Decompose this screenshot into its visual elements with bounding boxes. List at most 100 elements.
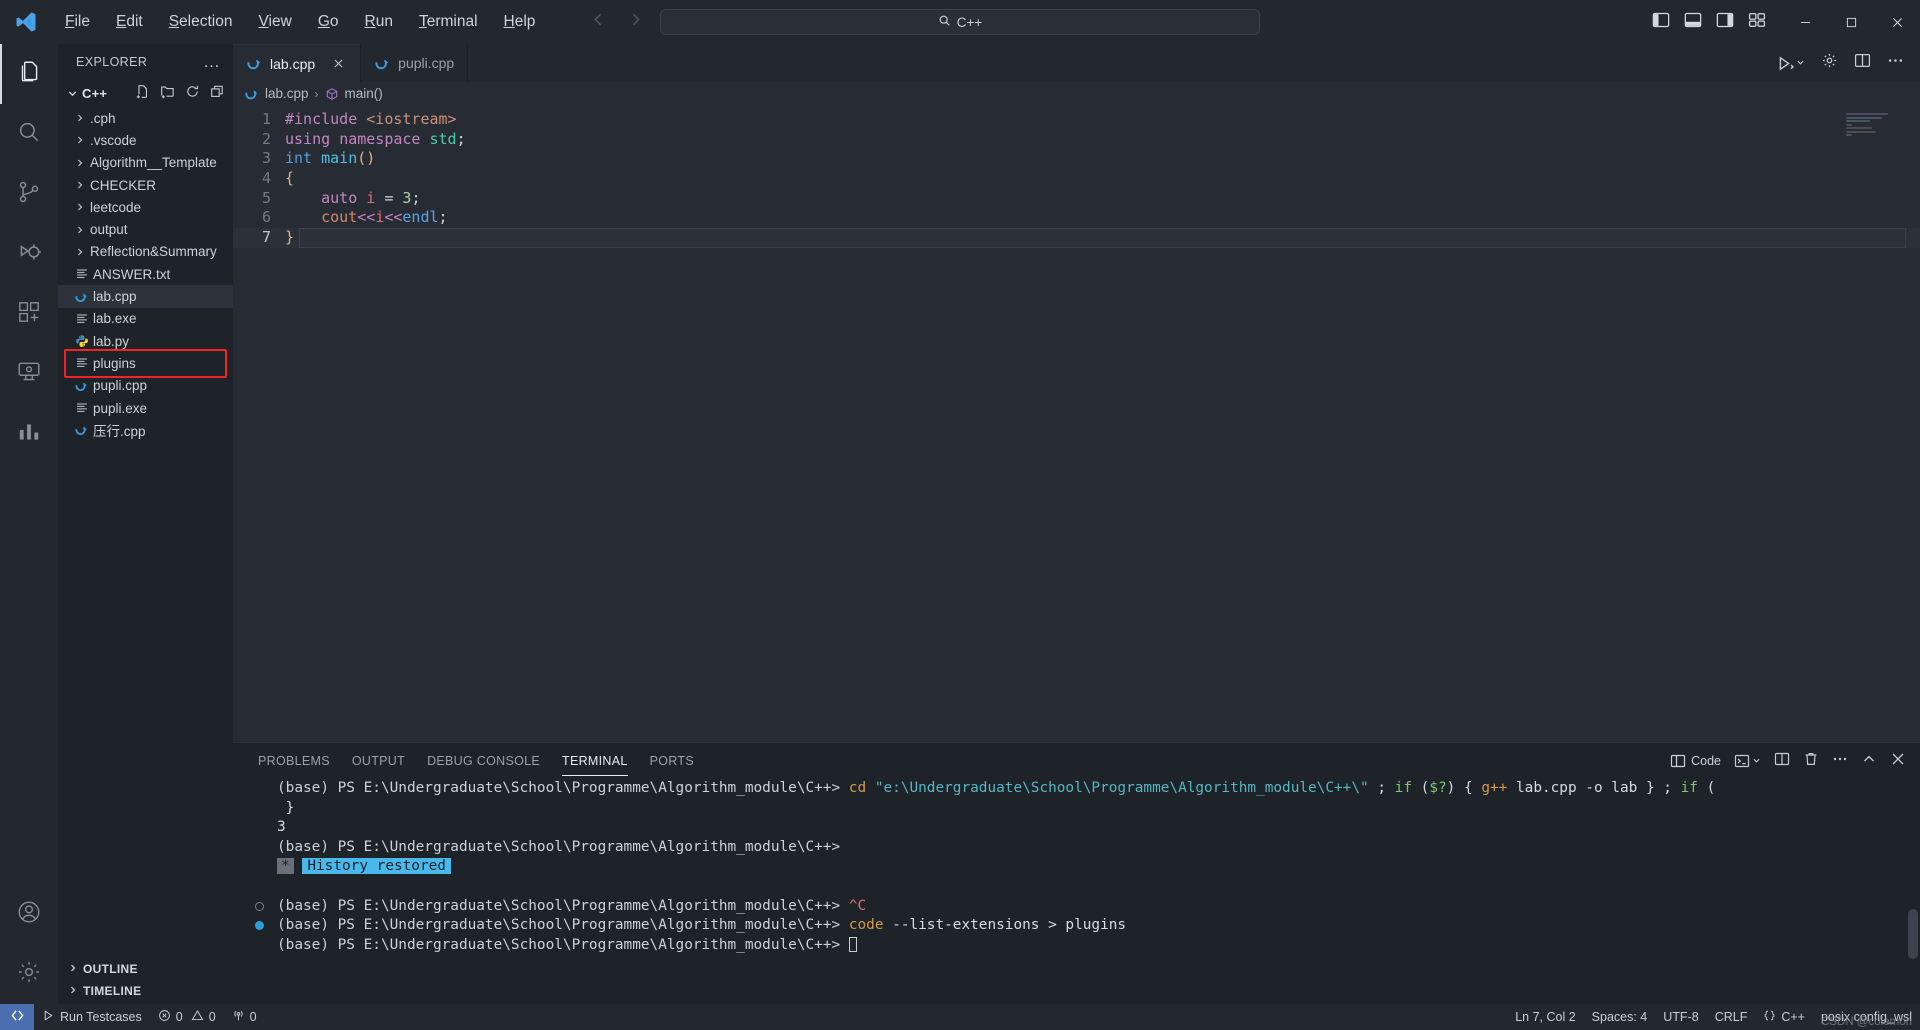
- new-terminal-button[interactable]: [1734, 752, 1761, 770]
- command-center-search[interactable]: C++: [660, 9, 1260, 35]
- settings-gear-icon[interactable]: [1821, 52, 1838, 74]
- explorer-root-folder[interactable]: C++: [58, 80, 233, 106]
- section-outline[interactable]: OUTLINE: [58, 958, 233, 980]
- menu-edit[interactable]: Edit: [103, 9, 156, 35]
- terminal-output[interactable]: (base) PS E:\Undergraduate\School\Progra…: [233, 779, 1920, 1004]
- breadcrumb-file[interactable]: lab.cpp: [265, 86, 309, 101]
- current-line-highlight: [299, 228, 1906, 248]
- tree-folder-checker[interactable]: CHECKER: [58, 174, 233, 196]
- code-line[interactable]: 2 using namespace std;: [233, 130, 1920, 150]
- activity-explorer[interactable]: [0, 44, 58, 104]
- file-tree[interactable]: .cph .vscode Algorithm__Template CHECKER lee…: [58, 106, 233, 958]
- more-actions-icon[interactable]: [1887, 52, 1904, 74]
- more-actions-icon[interactable]: [1832, 751, 1848, 772]
- panel-tab-debug-console[interactable]: DEBUG CONSOLE: [416, 743, 551, 779]
- collapse-all-icon[interactable]: [210, 84, 225, 102]
- code-line[interactable]: 1 #include <iostream>: [233, 110, 1920, 130]
- arrow-right-icon[interactable]: [627, 11, 644, 33]
- arrow-left-icon[interactable]: [590, 11, 607, 33]
- maximize-icon[interactable]: [1828, 0, 1874, 44]
- menu-run[interactable]: Run: [352, 9, 406, 35]
- encoding[interactable]: UTF-8: [1655, 1004, 1706, 1030]
- tree-file-plugins[interactable]: plugins: [58, 349, 233, 378]
- indentation[interactable]: Spaces: 4: [1584, 1004, 1656, 1030]
- tree-file-lab.py[interactable]: lab.py: [58, 330, 233, 352]
- activity-remote-explorer[interactable]: [0, 344, 58, 404]
- tree-folder-output[interactable]: output: [58, 218, 233, 240]
- tab-lab-cpp[interactable]: lab.cpp: [233, 44, 362, 82]
- explorer-more-actions-icon[interactable]: …: [197, 53, 227, 70]
- toggle-panel-icon[interactable]: [1684, 11, 1702, 34]
- code-line[interactable]: 6 cout<<i<<endl;: [233, 208, 1920, 228]
- command-decoration-icon[interactable]: [255, 901, 264, 911]
- split-terminal-icon[interactable]: [1774, 751, 1790, 772]
- menu-selection[interactable]: Selection: [156, 9, 246, 35]
- code-line[interactable]: 7}: [233, 228, 1920, 248]
- menu-view[interactable]: View: [245, 9, 304, 35]
- eol[interactable]: CRLF: [1707, 1004, 1756, 1030]
- tree-file-lab.exe[interactable]: lab.exe: [58, 308, 233, 330]
- tree-folder-.cph[interactable]: .cph: [58, 107, 233, 129]
- breadcrumb-separator: ›: [314, 86, 319, 101]
- posix-config[interactable]: posix config_wsl: [1813, 1004, 1920, 1030]
- code-line[interactable]: 5 auto i = 3;: [233, 189, 1920, 209]
- tree-folder-reflection&summary[interactable]: Reflection&Summary: [58, 241, 233, 263]
- panel-tab-problems[interactable]: PROBLEMS: [247, 743, 341, 779]
- chevron-down-icon[interactable]: [1752, 752, 1761, 770]
- menu-terminal[interactable]: Terminal: [406, 9, 491, 35]
- panel-tab-ports[interactable]: PORTS: [639, 743, 705, 779]
- activity-manage-settings[interactable]: [0, 944, 58, 1004]
- activity-run-debug[interactable]: [0, 224, 58, 284]
- activity-accounts[interactable]: [0, 884, 58, 944]
- cpp-file-icon: [72, 423, 91, 437]
- activity-search[interactable]: [0, 104, 58, 164]
- menu-file[interactable]: File: [52, 9, 103, 35]
- remote-window-indicator[interactable]: [0, 1004, 34, 1030]
- code-editor[interactable]: 1 #include <iostream> 2 using namespace std…: [233, 105, 1920, 742]
- toggle-primary-sidebar-icon[interactable]: [1652, 11, 1670, 34]
- code-line[interactable]: 3 int main(): [233, 149, 1920, 169]
- chevron-down-icon[interactable]: [1796, 54, 1805, 72]
- refresh-icon[interactable]: [185, 84, 200, 102]
- toggle-secondary-sidebar-icon[interactable]: [1716, 11, 1734, 34]
- tree-folder-.vscode[interactable]: .vscode: [58, 129, 233, 151]
- minimap[interactable]: [1846, 113, 1906, 138]
- panel-tab-terminal[interactable]: TERMINAL: [551, 743, 639, 779]
- tree-file-answer.txt[interactable]: ANSWER.txt: [58, 263, 233, 285]
- tree-file-pupli.cpp[interactable]: pupli.cpp: [58, 375, 233, 397]
- close-icon[interactable]: [1890, 751, 1906, 772]
- tree-folder-algorithm__template[interactable]: Algorithm__Template: [58, 152, 233, 174]
- ports-forwarded[interactable]: 0: [224, 1004, 265, 1030]
- cpp-file-icon: [247, 56, 262, 71]
- breadcrumb-symbol[interactable]: main(): [345, 86, 383, 101]
- tree-folder-leetcode[interactable]: leetcode: [58, 196, 233, 218]
- tree-file-压行.cpp[interactable]: 压行.cpp: [58, 419, 233, 441]
- new-file-icon[interactable]: [135, 84, 150, 102]
- run-code-button[interactable]: [1777, 54, 1805, 72]
- problems-counts[interactable]: 0 0: [150, 1004, 224, 1030]
- panel-tab-output[interactable]: OUTPUT: [341, 743, 416, 779]
- activity-chart[interactable]: [0, 404, 58, 464]
- close-icon[interactable]: [1874, 0, 1920, 44]
- tree-file-pupli.exe[interactable]: pupli.exe: [58, 397, 233, 419]
- section-timeline[interactable]: TIMELINE: [58, 980, 233, 1002]
- run-testcases-button[interactable]: Run Testcases: [34, 1004, 150, 1030]
- chevron-up-icon[interactable]: [1861, 751, 1877, 772]
- split-editor-icon[interactable]: [1854, 52, 1871, 74]
- minimize-icon[interactable]: [1782, 0, 1828, 44]
- trash-icon[interactable]: [1803, 751, 1819, 772]
- code-line[interactable]: 4{: [233, 169, 1920, 189]
- menu-go[interactable]: Go: [305, 9, 352, 35]
- tree-file-lab.cpp[interactable]: lab.cpp: [58, 285, 233, 308]
- cursor-position[interactable]: Ln 7, Col 2: [1507, 1004, 1583, 1030]
- activity-extensions[interactable]: [0, 284, 58, 344]
- terminal-tab-code[interactable]: Code: [1670, 753, 1721, 769]
- menu-help[interactable]: Help: [491, 9, 549, 35]
- tab-pupli-cpp[interactable]: pupli.cpp: [361, 44, 469, 82]
- activity-source-control[interactable]: [0, 164, 58, 224]
- customize-layout-icon[interactable]: [1748, 11, 1766, 34]
- new-folder-icon[interactable]: [160, 84, 175, 102]
- command-decoration-icon[interactable]: [255, 921, 264, 931]
- language-mode[interactable]: C++: [1755, 1004, 1813, 1030]
- close-icon[interactable]: [329, 55, 347, 73]
